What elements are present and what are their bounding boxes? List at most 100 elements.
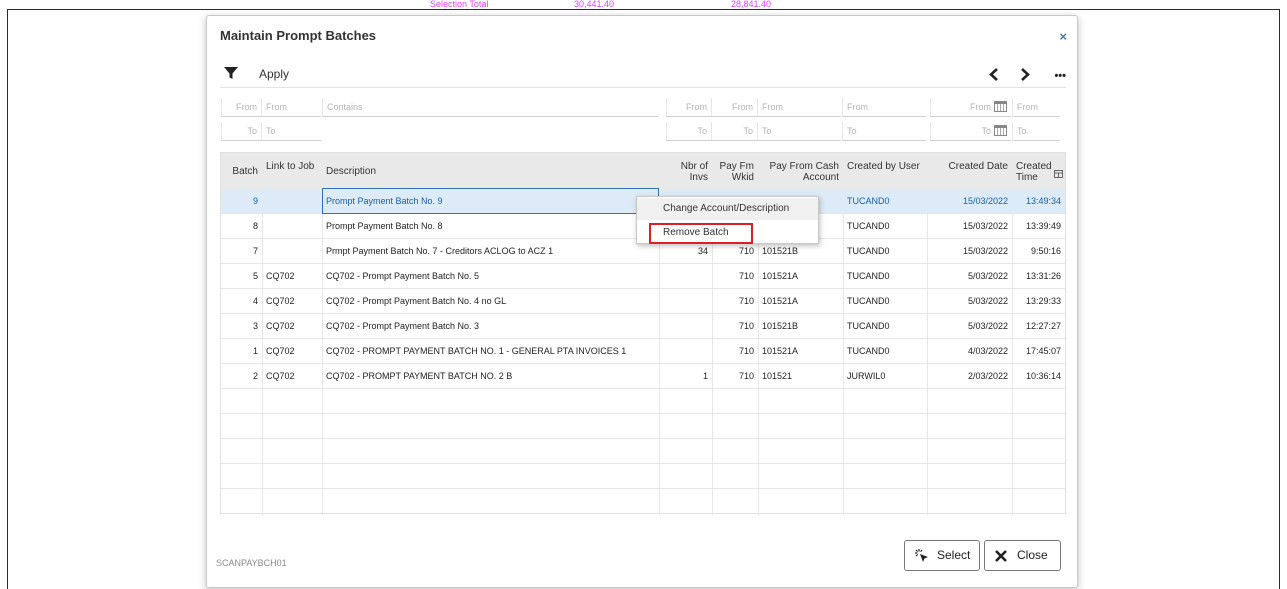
cell-wkid: 710 (738, 371, 754, 381)
column-header-pay-fm-wkid[interactable]: Pay Fm Wkid (712, 153, 758, 189)
cell-user: TUCAND0 (847, 246, 890, 256)
column-header-created-time[interactable]: Created Time (1012, 153, 1052, 189)
user-from-field[interactable]: From (842, 98, 926, 117)
cell-time: 10:36:14 (1025, 371, 1061, 381)
select-button[interactable]: Select (904, 540, 980, 571)
column-header-created-by-user[interactable]: Created by User (843, 153, 927, 189)
empty-row (221, 439, 1065, 464)
cell-user: JURWIL0 (847, 371, 886, 381)
cell-description: Prmpt Payment Batch No. 7 - Creditors AC… (326, 246, 554, 256)
cell-time: 13:49:34 (1025, 196, 1061, 206)
previous-icon[interactable] (989, 68, 999, 81)
cell-account: 101521B (762, 321, 799, 331)
calendar-icon[interactable] (994, 101, 1007, 112)
cell-time: 9:50:16 (1030, 246, 1061, 256)
grid-header: Batch Link to Job Description Nbr of Inv… (221, 153, 1065, 189)
cell-date: 5/03/2022 (967, 296, 1008, 306)
table-row[interactable]: 1 CQ702 CQ702 - PROMPT PAYMENT BATCH NO.… (221, 339, 1065, 364)
user-to-field[interactable]: To (842, 122, 926, 141)
dialog-close-icon[interactable]: × (1059, 29, 1067, 44)
next-icon[interactable] (1020, 68, 1030, 81)
x-icon (994, 541, 1008, 573)
cell-batch: 5 (252, 271, 258, 281)
cell-user: TUCAND0 (847, 321, 890, 331)
table-row[interactable]: 2 CQ702 CQ702 - PROMPT PAYMENT BATCH NO.… (221, 364, 1065, 389)
more-options-icon[interactable]: ••• (1054, 70, 1066, 82)
filter-row: From From Contains From From From From F… (220, 98, 1066, 146)
cell-wkid: 710 (738, 296, 754, 306)
cell-account: 101521A (762, 346, 799, 356)
cell-batch: 8 (252, 221, 258, 231)
column-header-link-to-job[interactable]: Link to Job (262, 153, 322, 189)
account-to-field[interactable]: To (757, 122, 841, 141)
description-contains-field[interactable]: Contains (322, 98, 659, 117)
date-from-label: From (970, 102, 991, 112)
focused-cell-outline (322, 188, 659, 214)
cell-batch: 7 (252, 246, 258, 256)
cell-wkid: 710 (738, 271, 754, 281)
empty-row (221, 489, 1065, 514)
table-row[interactable]: 4 CQ702 CQ702 - Prompt Payment Batch No.… (221, 289, 1065, 314)
batch-to-field[interactable]: To (221, 122, 261, 141)
apply-button[interactable]: Apply (259, 67, 289, 81)
date-from-field[interactable]: From (930, 98, 1011, 117)
cell-user: TUCAND0 (847, 271, 890, 281)
cell-wkid: 710 (738, 346, 754, 356)
time-to-field[interactable]: To (1012, 122, 1060, 141)
cell-job: CQ702 (266, 271, 295, 281)
cell-account: 101521A (762, 271, 799, 281)
close-button[interactable]: Close (984, 540, 1061, 571)
table-row[interactable]: 5 CQ702 CQ702 - Prompt Payment Batch No.… (221, 264, 1065, 289)
cell-wkid: 710 (738, 321, 754, 331)
background-selection-value-1: 30,441.40 (574, 0, 615, 9)
job-to-field[interactable]: To (261, 122, 321, 141)
cell-job: CQ702 (266, 296, 295, 306)
filter-icon[interactable] (224, 66, 238, 80)
time-from-field[interactable]: From (1012, 98, 1060, 117)
cell-time: 13:29:33 (1025, 296, 1061, 306)
invs-from-field[interactable]: From (666, 98, 711, 117)
cell-time: 13:39:49 (1025, 221, 1061, 231)
cell-user: TUCAND0 (847, 296, 890, 306)
cell-description: CQ702 - Prompt Payment Batch No. 4 no GL (326, 296, 507, 306)
column-header-description[interactable]: Description (322, 153, 659, 189)
date-to-label: To (981, 126, 991, 136)
cell-batch: 4 (252, 296, 258, 306)
cell-date: 2/03/2022 (967, 371, 1008, 381)
date-to-field[interactable]: To (930, 122, 1011, 141)
cell-time: 17:45:07 (1025, 346, 1061, 356)
cell-description: CQ702 - PROMPT PAYMENT BATCH NO. 1 - GEN… (326, 346, 627, 356)
select-button-label: Select (937, 548, 971, 562)
cell-date: 15/03/2022 (962, 221, 1008, 231)
maintain-prompt-batches-dialog: Maintain Prompt Batches × Apply ••• From… (206, 15, 1078, 588)
column-chooser-icon[interactable] (1054, 170, 1063, 178)
invs-to-field[interactable]: To (666, 122, 711, 141)
screen-code-label: SCANPAYBCH01 (216, 558, 287, 568)
pointer-click-icon (914, 541, 930, 574)
cell-user: TUCAND0 (847, 346, 890, 356)
cell-date: 15/03/2022 (962, 246, 1008, 256)
background-selection-total-label: Selection Total (430, 0, 489, 9)
cell-description: CQ702 - PROMPT PAYMENT BATCH NO. 2 B (326, 371, 513, 381)
cell-batch: 9 (252, 196, 258, 206)
cell-time: 13:31:26 (1025, 271, 1061, 281)
context-menu-change-account-description[interactable]: Change Account/Description (637, 198, 818, 220)
cell-date: 5/03/2022 (967, 271, 1008, 281)
cell-description: CQ702 - Prompt Payment Batch No. 3 (326, 321, 480, 331)
column-header-pay-from-cash-account[interactable]: Pay From Cash Account (758, 153, 843, 189)
batch-from-field[interactable]: From (221, 98, 261, 117)
column-header-created-date[interactable]: Created Date (927, 153, 1012, 189)
calendar-icon[interactable] (994, 125, 1007, 136)
column-header-nbr-of-invs[interactable]: Nbr of Invs (659, 153, 712, 189)
cell-job (262, 239, 322, 264)
wkid-to-field[interactable]: To (711, 122, 757, 141)
remove-batch-highlight (649, 223, 753, 244)
job-from-field[interactable]: From (261, 98, 321, 117)
column-header-batch[interactable]: Batch (221, 153, 262, 189)
close-button-label: Close (1017, 548, 1048, 562)
cell-job (262, 214, 322, 239)
account-from-field[interactable]: From (757, 98, 841, 117)
wkid-from-field[interactable]: From (711, 98, 757, 117)
table-row[interactable]: 3 CQ702 CQ702 - Prompt Payment Batch No.… (221, 314, 1065, 339)
toolbar: Apply ••• (220, 62, 1066, 88)
